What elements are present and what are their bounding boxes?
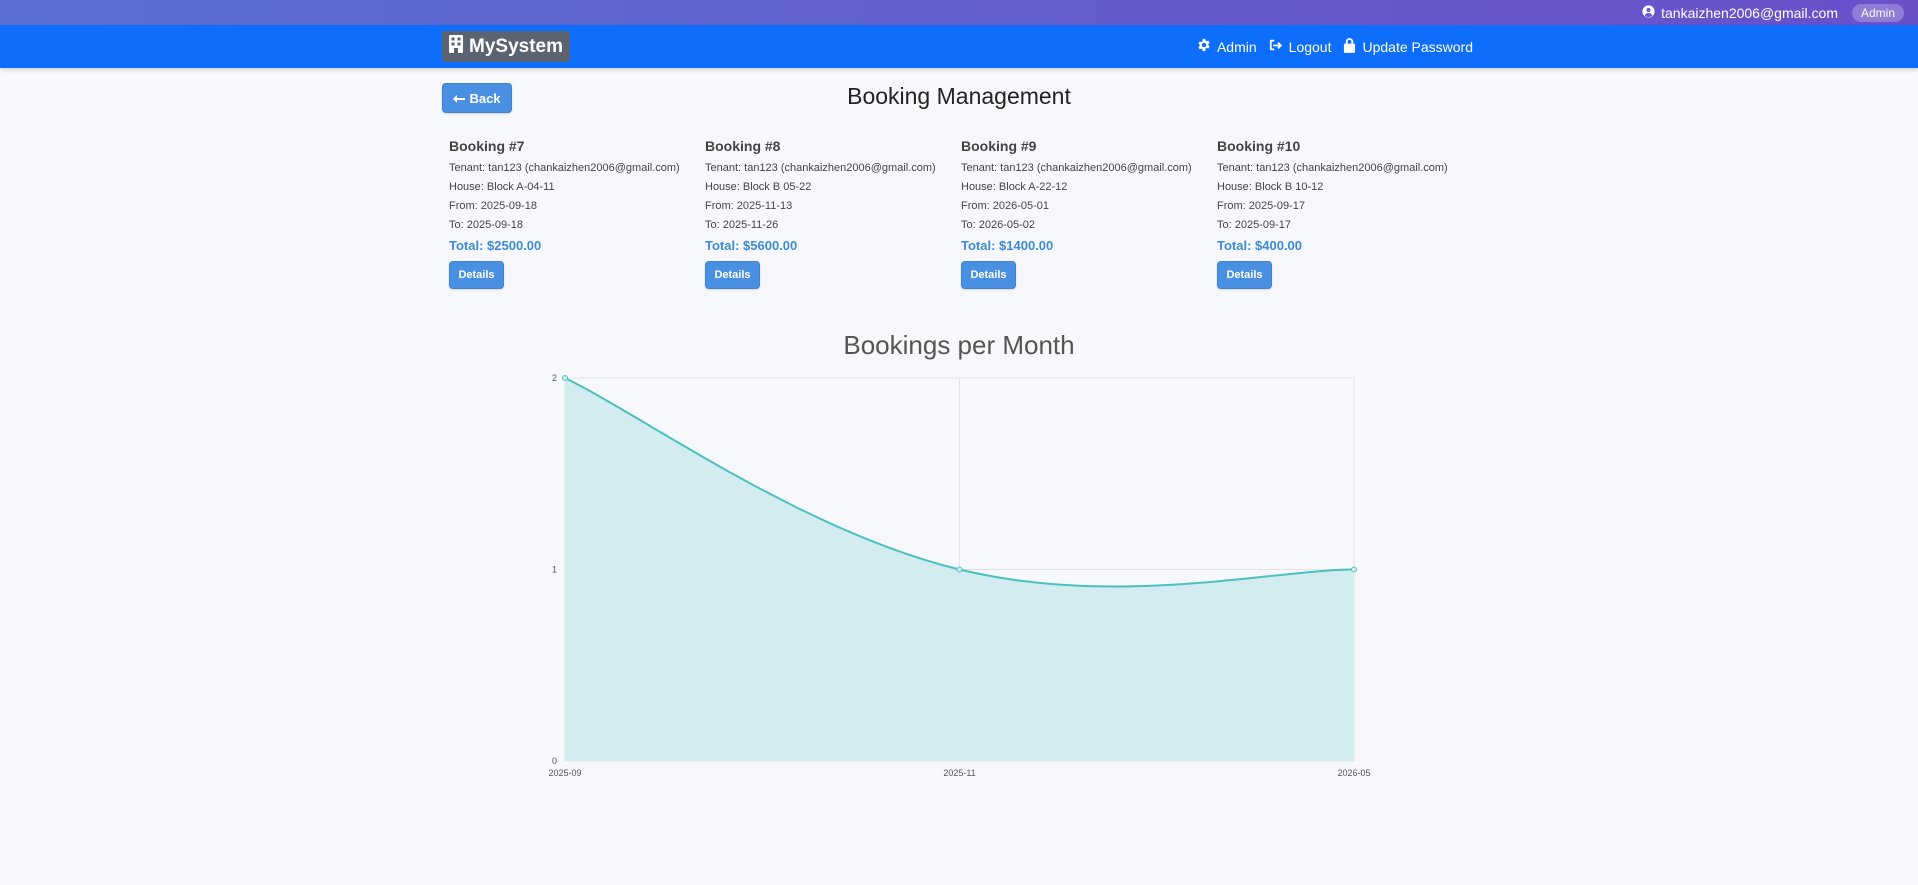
navbar: MySystem Admin Logout Update Password [0,25,1918,68]
booking-to: To: 2025-11-26 [705,219,779,231]
booking-list: Booking #7 Tenant: tan123 (chankaizhen20… [449,138,1473,289]
nav-logout-label: Logout [1288,38,1332,55]
booking-to: To: 2025-09-17 [1217,219,1291,231]
booking-card: Booking #8 Tenant: tan123 (chankaizhen20… [705,138,961,289]
bookings-chart: 2 1 0 2025-09 2025-11 2026-05 [0,0,1918,885]
page-title: Booking Management [847,83,1071,109]
lock-icon [1343,37,1356,56]
booking-card: Booking #10 Tenant: tan123 (chankaizhen2… [1217,138,1473,289]
booking-to: To: 2026-05-02 [961,219,1035,231]
nav-update-password-label: Update Password [1362,38,1473,55]
y-tick-label: 2 [552,373,557,383]
user-bar: tankaizhen2006@gmail.com Admin [0,0,1918,25]
data-point [956,566,963,573]
nav-admin-link[interactable]: Admin [1197,38,1257,55]
data-point [1351,566,1357,573]
booking-tenant: Tenant: tan123 (chankaizhen2006@gmail.co… [705,162,936,174]
booking-total: Total: $400.00 [1217,238,1303,253]
booking-tenant: Tenant: tan123 (chankaizhen2006@gmail.co… [1217,162,1448,174]
booking-card: Booking #7 Tenant: tan123 (chankaizhen20… [449,138,705,289]
nav-admin-label: Admin [1216,38,1257,55]
series-line [564,377,1355,588]
booking-title: Booking #8 [705,138,781,154]
data-point [562,375,568,381]
nav-update-password-link[interactable]: Update Password [1343,37,1473,56]
booking-title: Booking #10 [1217,138,1301,154]
booking-to: To: 2025-09-18 [449,219,523,231]
details-button[interactable]: Details [1217,261,1272,289]
user-email: tankaizhen2006@gmail.com [1661,4,1838,21]
details-button[interactable]: Details [961,261,1016,289]
nav-links: Admin Logout Update Password [1197,25,1473,68]
booking-total: Total: $5600.00 [705,238,798,253]
booking-tenant: Tenant: tan123 (chankaizhen2006@gmail.co… [961,162,1192,174]
role-badge: Admin [1851,3,1904,22]
user-info: tankaizhen2006@gmail.com [1642,5,1838,21]
booking-tenant: Tenant: tan123 (chankaizhen2006@gmail.co… [449,162,680,174]
booking-from: From: 2025-11-13 [705,200,793,212]
x-tick-label: 2025-09 [548,768,581,778]
gear-icon [1197,38,1211,55]
logout-icon [1269,38,1283,55]
details-button[interactable]: Details [449,261,504,289]
user-circle-icon [1642,4,1655,21]
booking-house: House: Block A-04-11 [449,181,555,193]
booking-from: From: 2025-09-17 [1217,200,1306,212]
booking-house: House: Block B 10-12 [1217,181,1324,193]
booking-total: Total: $1400.00 [961,238,1054,253]
y-tick-label: 1 [552,565,557,575]
brand-name: MySystem [469,35,563,57]
y-tick-label: 0 [552,756,557,766]
brand-logo[interactable]: MySystem [442,31,570,62]
booking-card: Booking #9 Tenant: tan123 (chankaizhen20… [961,138,1217,289]
plot-frame [564,377,1355,762]
booking-from: From: 2025-09-18 [449,200,538,212]
booking-title: Booking #9 [961,138,1037,154]
chart-title: Bookings per Month [843,330,1075,360]
area-fill [565,378,1354,761]
chart-canvas: 2 1 0 2025-09 2025-11 2026-05 [548,373,1370,778]
building-icon [449,34,463,59]
booking-from: From: 2026-05-01 [961,200,1050,212]
booking-house: House: Block B 05-22 [705,181,812,193]
booking-total: Total: $2500.00 [449,238,542,253]
details-button[interactable]: Details [705,261,760,289]
booking-house: House: Block A-22-12 [961,181,1068,193]
x-tick-label: 2026-05 [1337,768,1370,778]
nav-logout-link[interactable]: Logout [1269,38,1332,55]
booking-title: Booking #7 [449,138,525,154]
x-tick-label: 2025-11 [943,768,975,778]
